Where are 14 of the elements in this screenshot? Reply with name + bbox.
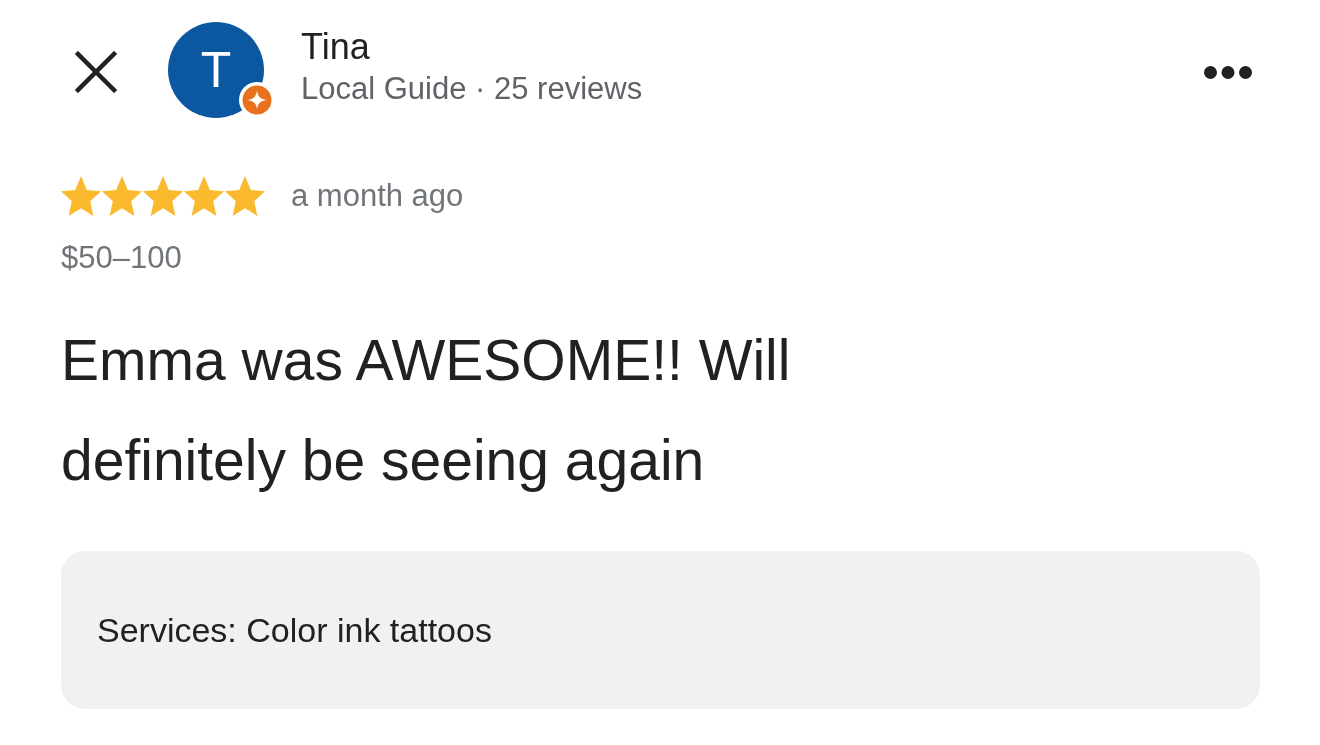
star-icon: [61, 176, 101, 216]
avatar: T: [168, 22, 264, 118]
star-icon: [225, 176, 265, 216]
review-time: a month ago: [291, 177, 464, 215]
star-icon: [102, 176, 142, 216]
services-text: Services: Color ink tattoos: [97, 610, 493, 651]
review-text: Emma was AWESOME!! Will definitely be seeing again: [61, 327, 792, 494]
close-icon: [75, 51, 117, 93]
price-range: $50–100: [61, 239, 182, 277]
reviewer-name: Tina: [301, 25, 371, 69]
star-icon: [143, 176, 183, 216]
reviewer-subtitle: Local Guide · 25 reviews: [301, 70, 643, 108]
star-icon: [184, 176, 224, 216]
more-icon: [1204, 65, 1252, 79]
